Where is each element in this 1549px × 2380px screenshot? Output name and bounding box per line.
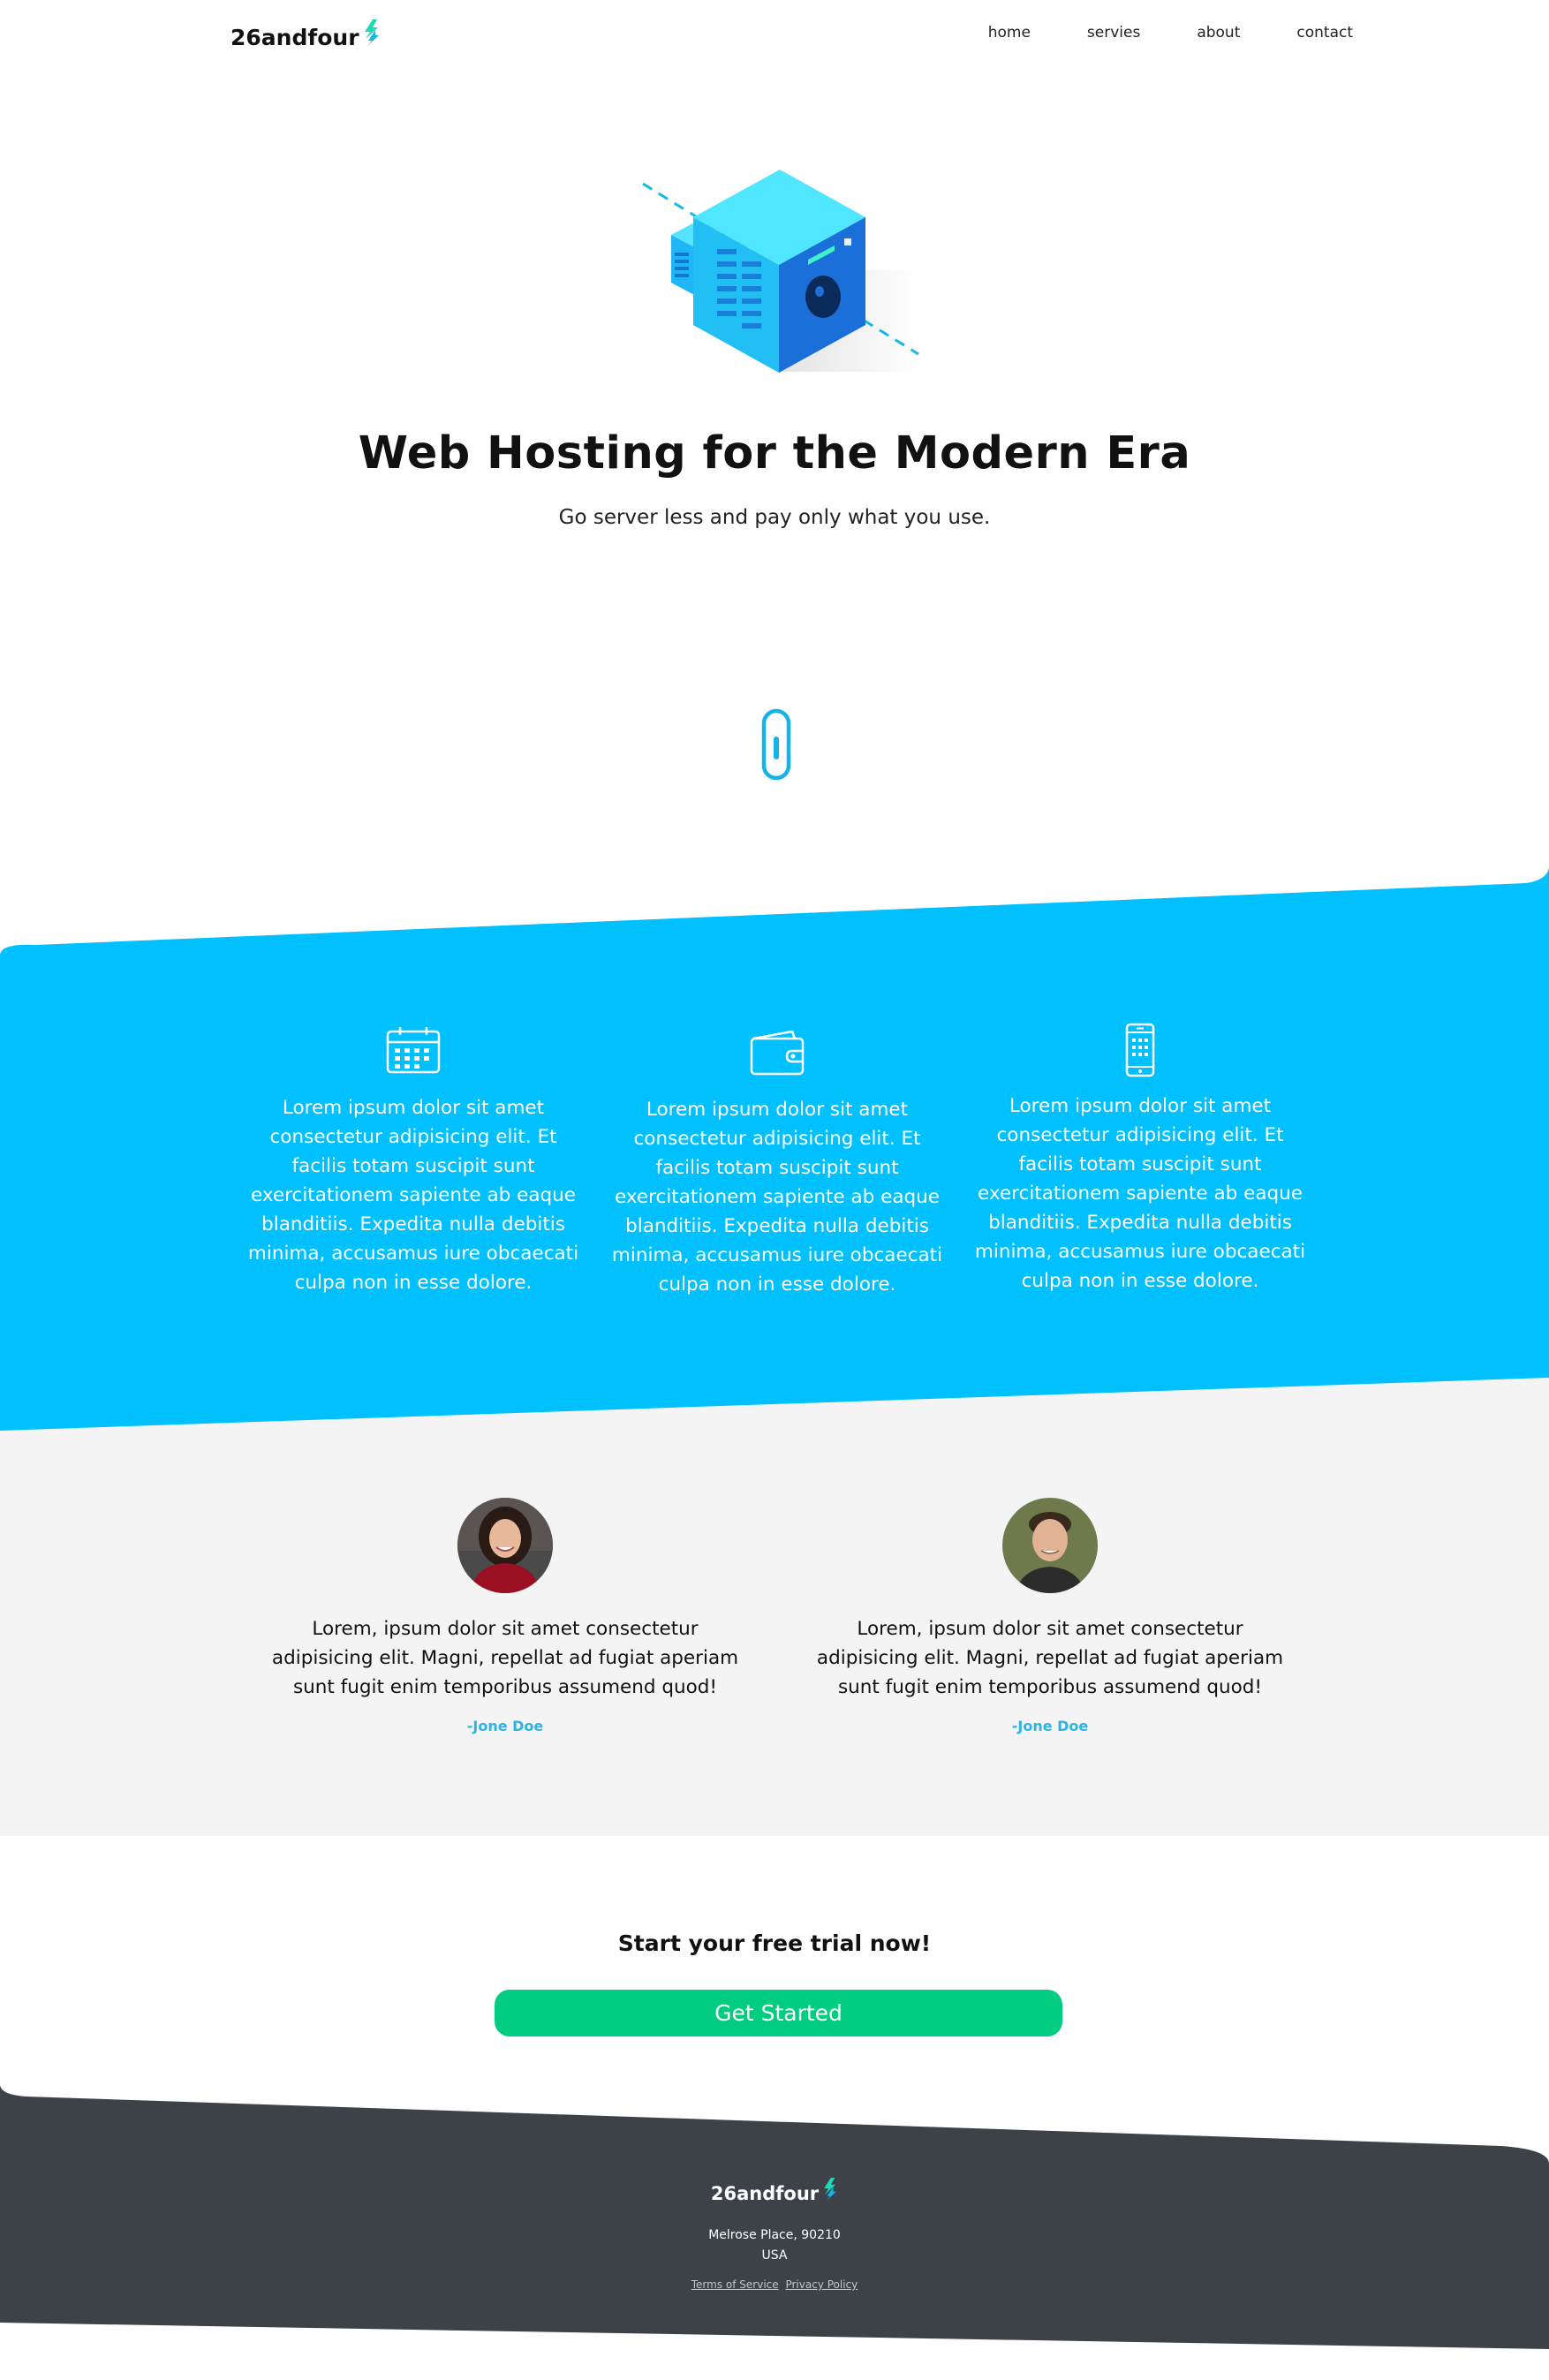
- address-line: USA: [761, 2248, 788, 2263]
- band-divider: [0, 1378, 1549, 1431]
- testimonials-background: [0, 1378, 1549, 1836]
- hero-title: Web Hosting for the Modern Era: [358, 427, 1191, 480]
- bolt-icon: [822, 2178, 838, 2205]
- footer-logo[interactable]: 26andfour: [0, 2178, 1549, 2205]
- nav-home-link[interactable]: home: [988, 24, 1031, 42]
- testimonial-card: Lorem, ipsum dolor sit amet consectetur …: [267, 1498, 744, 1734]
- smartphone-icon: [1111, 1023, 1169, 1077]
- header-logo[interactable]: 26andfour: [230, 19, 381, 51]
- feature-card-calendar: Lorem ipsum dolor sit amet consectetur a…: [241, 1024, 586, 1297]
- feature-text: Lorem ipsum dolor sit amet consectetur a…: [974, 1095, 1306, 1292]
- feature-card-smartphone: Lorem ipsum dolor sit amet consectetur a…: [968, 1023, 1312, 1296]
- get-started-button[interactable]: Get Started: [495, 1990, 1062, 2036]
- testimonial-quote: Lorem, ipsum dolor sit amet consectetur …: [271, 1618, 739, 1698]
- testimonial-author: -Jone Doe: [466, 1718, 544, 1734]
- hero-subtitle: Go server less and pay only what you use…: [558, 506, 991, 529]
- scroll-mouse-icon[interactable]: [761, 708, 791, 781]
- bolt-icon: [363, 19, 381, 51]
- testimonial-card: Lorem, ipsum dolor sit amet consectetur …: [812, 1498, 1288, 1734]
- logo-text: 26andfour: [710, 2183, 820, 2204]
- privacy-policy-link[interactable]: Privacy Policy: [785, 2278, 858, 2291]
- cta-title: Start your free trial now!: [617, 1930, 932, 1956]
- avatar: [1002, 1498, 1098, 1593]
- footer-address: Melrose Place, 90210 USA: [0, 2225, 1549, 2266]
- main-nav: home servies about contact: [932, 24, 1353, 42]
- nav-services-link[interactable]: servies: [1087, 24, 1140, 42]
- avatar: [457, 1498, 553, 1593]
- calendar-icon: [384, 1024, 442, 1076]
- feature-text: Lorem ipsum dolor sit amet consectetur a…: [247, 1097, 579, 1294]
- address-line: Melrose Place, 90210: [708, 2228, 841, 2242]
- feature-card-wallet: Lorem ipsum dolor sit amet consectetur a…: [605, 1026, 949, 1299]
- testimonial-quote: Lorem, ipsum dolor sit amet consectetur …: [816, 1618, 1284, 1698]
- nav-contact-link[interactable]: contact: [1296, 24, 1353, 42]
- feature-text: Lorem ipsum dolor sit amet consectetur a…: [611, 1099, 943, 1296]
- testimonial-author: -Jone Doe: [1011, 1718, 1089, 1734]
- logo-text: 26andfour: [230, 25, 359, 50]
- wallet-icon: [748, 1026, 806, 1077]
- nav-about-link[interactable]: about: [1197, 24, 1240, 42]
- footer-links: Terms of Service Privacy Policy: [0, 2278, 1549, 2291]
- server-illustration: [636, 164, 927, 376]
- terms-of-service-link[interactable]: Terms of Service: [691, 2278, 779, 2291]
